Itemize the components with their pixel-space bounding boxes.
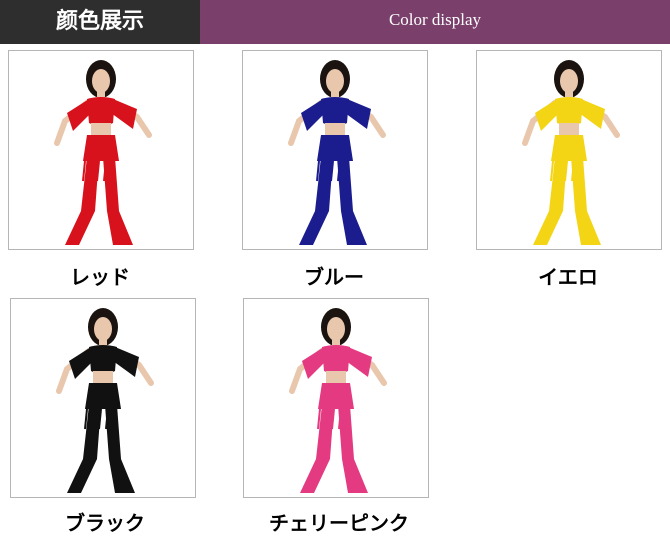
dancer-right-sleeve xyxy=(346,347,372,377)
header-title-jp: 颜色展示 xyxy=(0,0,200,44)
dancer-right-sleeve xyxy=(113,347,139,377)
dancer-right-sleeve xyxy=(111,99,137,129)
dancer-top xyxy=(87,97,115,126)
dancer-midriff xyxy=(559,123,579,137)
dancer-face xyxy=(327,317,345,341)
dancer-left-leg xyxy=(65,157,99,245)
dancer-top xyxy=(555,97,583,126)
dancer-midriff xyxy=(326,371,346,385)
dancer-top xyxy=(89,345,117,374)
dancer-right-leg xyxy=(571,157,601,245)
dancer-right-leg xyxy=(103,157,133,245)
color-label-yellow: イエロ xyxy=(538,265,598,289)
dancer-image xyxy=(288,60,386,245)
dancer-face xyxy=(94,317,112,341)
header-title-en: Color display xyxy=(200,0,670,44)
dancer-top xyxy=(322,345,350,374)
dancer-image xyxy=(54,60,152,245)
dancer-left-leg xyxy=(67,405,101,493)
dancer-left-leg xyxy=(300,405,334,493)
dancer-top xyxy=(321,97,349,126)
color-label-blue: ブルー xyxy=(304,265,364,289)
dancer-right-leg xyxy=(338,405,368,493)
dancer-face xyxy=(92,69,110,93)
dancer-image xyxy=(522,60,620,245)
dancer-midriff xyxy=(325,123,345,137)
dancer-right-leg xyxy=(105,405,135,493)
color-label-red: レッド xyxy=(70,265,130,289)
color-swatch-cherry-pink[interactable] xyxy=(243,298,429,498)
page-header: 颜色展示 Color display xyxy=(0,0,670,44)
dancer-right-sleeve xyxy=(579,99,605,129)
color-label-cherry-pink: チェリーピンク xyxy=(269,511,409,535)
dancer-face xyxy=(560,69,578,93)
dancer-left-leg xyxy=(299,157,333,245)
dancer-image xyxy=(289,308,387,493)
color-swatch-black[interactable] xyxy=(10,298,196,498)
color-swatch-red[interactable] xyxy=(8,50,194,250)
color-swatch-blue[interactable] xyxy=(242,50,428,250)
dancer-face xyxy=(326,69,344,93)
dancer-midriff xyxy=(93,371,113,385)
color-label-black: ブラック xyxy=(65,511,145,535)
dancer-right-sleeve xyxy=(345,99,371,129)
dancer-right-leg xyxy=(337,157,367,245)
color-swatch-yellow[interactable] xyxy=(476,50,662,250)
dancer-image xyxy=(56,308,154,493)
dancer-left-leg xyxy=(533,157,567,245)
dancer-midriff xyxy=(91,123,111,137)
